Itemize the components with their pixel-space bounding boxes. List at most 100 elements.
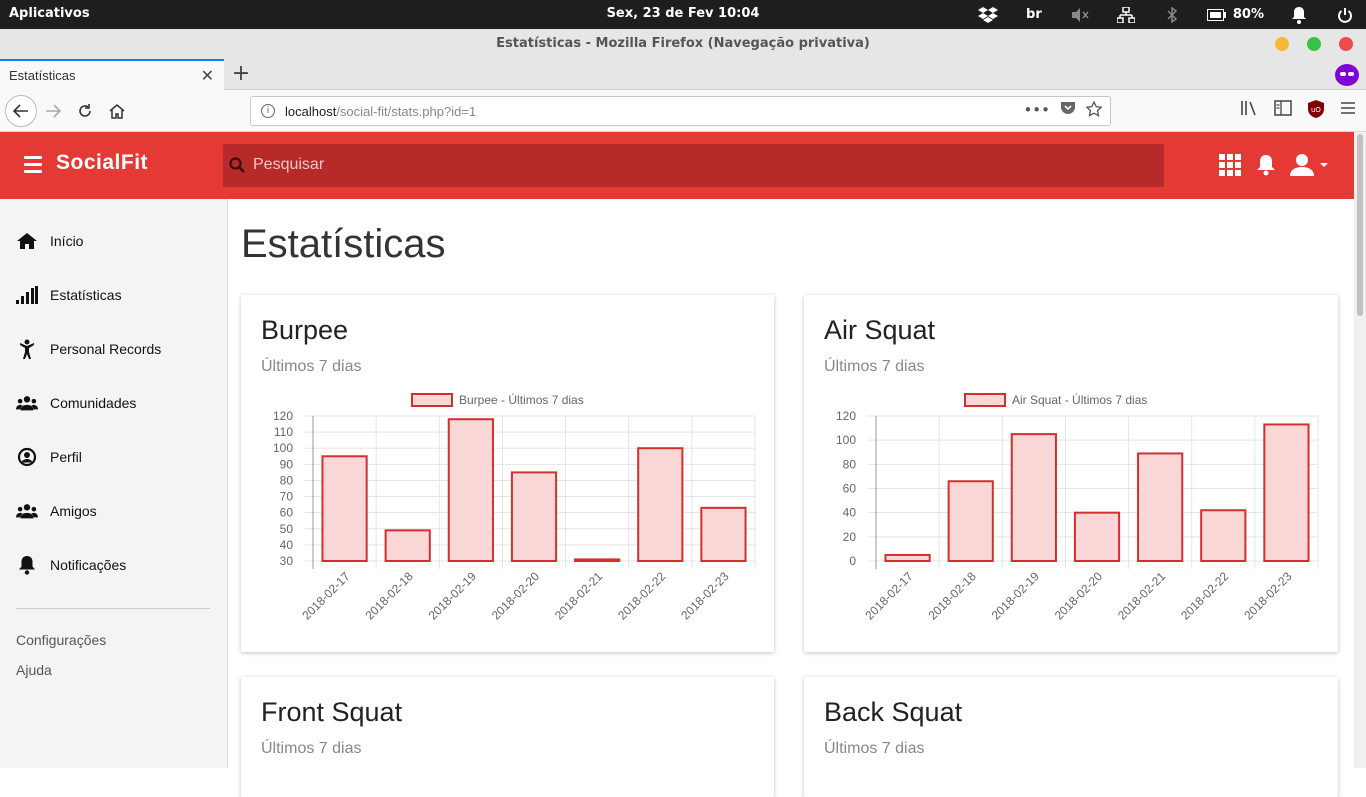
settings-link[interactable]: Configurações [16, 632, 106, 648]
bar [1263, 423, 1310, 563]
bar [510, 471, 558, 562]
forward-arrow-icon [46, 104, 61, 118]
volume-muted-icon[interactable] [1069, 5, 1091, 25]
url-host: localhost [285, 104, 337, 119]
friends-icon [16, 501, 38, 521]
url-bar[interactable]: i localhost/social-fit/stats.php?id=1 ••… [250, 96, 1111, 126]
card-subtitle: Últimos 7 dias [261, 358, 362, 375]
close-window-button[interactable] [1339, 37, 1353, 51]
sidebar-item-perfil[interactable]: Perfil [16, 445, 82, 469]
svg-text:uO: uO [1311, 106, 1321, 114]
keyboard-layout[interactable]: br [1023, 5, 1045, 25]
y-tick-label: 40 [843, 506, 857, 520]
sidebar-item-label: Comunidades [50, 395, 137, 411]
sidebar-item-amigos[interactable]: Amigos [16, 499, 97, 523]
home-button[interactable] [104, 98, 130, 124]
user-menu-icon[interactable] [1290, 154, 1330, 176]
sidebar-item-label: Perfil [50, 449, 82, 465]
bar [1200, 509, 1247, 562]
bar-chart-air-squat: Air Squat - Últimos 7 dias 0 20 40 60 80 100 12… [836, 392, 1319, 623]
stats-icon [16, 285, 38, 305]
card-subtitle: Últimos 7 dias [824, 358, 925, 375]
y-tick-label: 100 [273, 441, 293, 455]
search-input[interactable]: Pesquisar [253, 156, 324, 174]
reload-button[interactable] [72, 98, 98, 124]
private-browsing-icon [1335, 64, 1359, 86]
maximize-button[interactable] [1307, 37, 1321, 51]
help-link[interactable]: Ajuda [16, 662, 52, 678]
bar [384, 529, 431, 562]
site-info-icon[interactable]: i [261, 104, 275, 118]
sidebar-item-label: Estatísticas [50, 287, 122, 303]
forward-button[interactable] [40, 98, 66, 124]
menu-icon[interactable] [1340, 100, 1356, 122]
ublock-icon[interactable]: uO [1308, 100, 1324, 122]
bar [884, 553, 931, 562]
card-subtitle: Últimos 7 dias [261, 740, 362, 757]
dropbox-icon[interactable] [977, 5, 999, 25]
x-tick-label: 2018-02-19 [989, 569, 1043, 623]
tab-label: Estatísticas [9, 68, 76, 83]
card-title: Back Squat [824, 697, 963, 727]
battery-indicator[interactable]: 80% [1206, 5, 1264, 25]
bar [637, 447, 684, 562]
card-title: Front Squat [261, 697, 403, 727]
minimize-button[interactable] [1275, 37, 1289, 51]
apps-grid-icon[interactable] [1219, 154, 1241, 176]
back-button[interactable] [5, 95, 37, 127]
sidebar-divider [16, 608, 210, 609]
bell-icon [16, 555, 38, 575]
library-icon[interactable] [1240, 100, 1258, 122]
power-icon[interactable] [1334, 5, 1356, 25]
stat-card-back-squat: Back Squat Últimos 7 dias [804, 677, 1338, 797]
y-tick-label: 100 [836, 433, 856, 447]
x-tick-label: 2018-02-21 [552, 569, 606, 623]
sidebar-item-label: Amigos [50, 503, 97, 519]
bookmark-star-icon[interactable] [1085, 100, 1103, 121]
sidebar-item-personal-records[interactable]: Personal Records [16, 337, 161, 361]
x-tick-label: 2018-02-21 [1115, 569, 1169, 623]
app-header: SocialFit Pesquisar [0, 132, 1354, 199]
y-tick-label: 50 [280, 522, 294, 536]
notification-bell-icon[interactable] [1288, 5, 1310, 25]
sidebar-item-estatisticas[interactable]: Estatísticas [16, 283, 122, 307]
tab-strip: Estatísticas ✕ + [0, 59, 1366, 90]
y-tick-label: 60 [843, 482, 857, 496]
sidebar-toggle-icon[interactable] [1274, 100, 1292, 122]
scrollbar-thumb[interactable] [1357, 134, 1363, 316]
x-tick-label: 2018-02-23 [678, 569, 732, 623]
hamburger-menu-icon[interactable] [24, 156, 42, 173]
y-tick-label: 110 [274, 425, 293, 439]
stat-card-front-squat: Front Squat Últimos 7 dias [241, 677, 774, 797]
network-icon[interactable] [1115, 5, 1137, 25]
new-tab-button[interactable]: + [230, 61, 252, 87]
card-title: Burpee [261, 315, 349, 345]
sidebar-item-label: Notificações [50, 557, 127, 573]
sidebar-item-inicio[interactable]: Início [16, 229, 83, 253]
os-top-bar: Aplicativos Sex, 23 de Fev 10:04 br 80% [0, 0, 1366, 29]
y-tick-label: 30 [280, 554, 294, 568]
tab-estatisticas[interactable]: Estatísticas ✕ [0, 59, 224, 90]
sidebar-item-notificacoes[interactable]: Notificações [16, 553, 126, 577]
back-arrow-icon [13, 104, 28, 118]
y-tick-label: 0 [849, 554, 856, 568]
x-tick-label: 2018-02-20 [1052, 569, 1106, 623]
sidebar-item-label: Personal Records [50, 341, 162, 357]
pocket-icon[interactable] [1060, 101, 1076, 121]
url-text[interactable]: localhost/social-fit/stats.php?id=1 [285, 104, 476, 119]
sidebar-item-comunidades[interactable]: Comunidades [16, 391, 136, 415]
brand-logo[interactable]: SocialFit [56, 151, 148, 175]
close-tab-icon[interactable]: ✕ [201, 66, 214, 85]
legend-swatch [964, 393, 1006, 407]
bar [574, 558, 621, 562]
y-tick-label: 80 [843, 457, 857, 471]
y-tick-label: 120 [273, 409, 293, 423]
search-box[interactable]: Pesquisar [223, 144, 1164, 187]
notifications-bell-icon[interactable] [1256, 154, 1276, 176]
page-actions-icon[interactable]: ••• [1023, 101, 1050, 121]
card-title: Air Squat [824, 315, 936, 345]
stat-card-air-squat: Air Squat Últimos 7 dias Air Squat - Últ… [804, 295, 1338, 652]
bluetooth-icon[interactable] [1161, 5, 1183, 25]
window-title-bar: Estatísticas - Mozilla Firefox (Navegaçã… [0, 29, 1366, 59]
page-scrollbar[interactable] [1354, 132, 1366, 768]
